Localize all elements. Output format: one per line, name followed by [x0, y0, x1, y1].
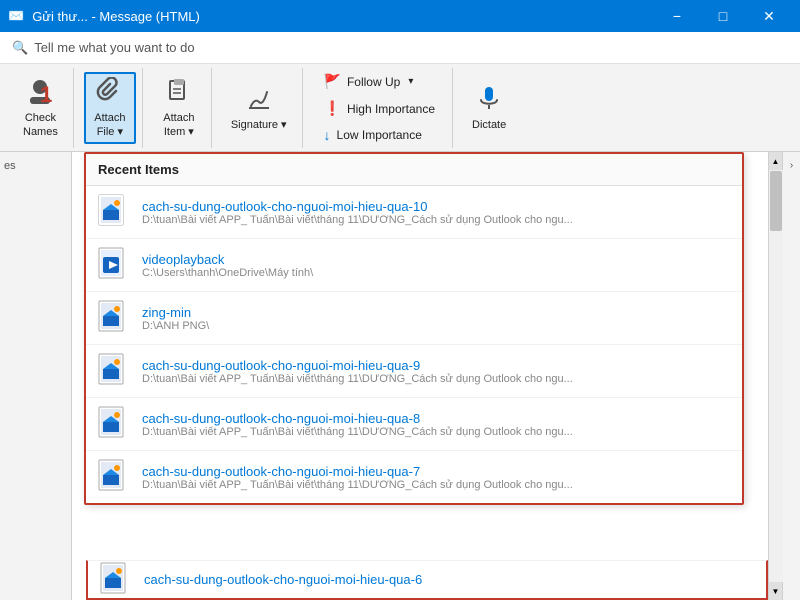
- maximize-button[interactable]: □: [700, 0, 746, 32]
- ribbon-group-flags: 🚩 Follow Up ▾ ❗ High Importance ↓ Low Im…: [307, 68, 453, 148]
- low-importance-icon: ↓: [324, 127, 331, 143]
- dictate-icon: [475, 84, 503, 116]
- ribbon-group-dictate: Dictate: [457, 68, 521, 148]
- file-path: D:\tuan\Bài viết APP_ Tuấn\Bài viết\thán…: [142, 373, 730, 385]
- chevron-right-icon: ›: [790, 160, 793, 171]
- low-importance-button[interactable]: ↓ Low Importance: [317, 123, 442, 147]
- check-names-label: CheckNames: [23, 111, 58, 140]
- ribbon-group-signature: Signature ▾: [216, 68, 303, 148]
- signature-label: Signature ▾: [231, 118, 287, 132]
- file-item[interactable]: videoplayback C:\Users\thanh\OneDrive\Má…: [86, 239, 742, 292]
- follow-up-dropdown-icon: ▾: [408, 76, 413, 87]
- file-item[interactable]: cach-su-dung-outlook-cho-nguoi-moi-hieu-…: [86, 398, 742, 451]
- file-info: cach-su-dung-outlook-cho-nguoi-moi-hieu-…: [142, 464, 730, 491]
- title-bar-icon: ✉️: [8, 8, 24, 24]
- attach-item-button[interactable]: AttachItem ▾: [153, 72, 205, 144]
- left-label-text: es: [4, 160, 16, 172]
- file-info: cach-su-dung-outlook-cho-nguoi-moi-hieu-…: [142, 199, 730, 226]
- file-item[interactable]: cach-su-dung-outlook-cho-nguoi-moi-hieu-…: [86, 186, 742, 239]
- title-bar-controls: − □ ✕: [654, 0, 792, 32]
- file-path: D:\tuan\Bài viết APP_ Tuấn\Bài viết\thán…: [142, 214, 730, 226]
- file-item[interactable]: cach-su-dung-outlook-cho-nguoi-moi-hieu-…: [86, 345, 742, 398]
- scrollbar-up-button[interactable]: ▲: [769, 152, 783, 170]
- attach-file-label: AttachFile ▾: [94, 111, 125, 140]
- follow-up-button[interactable]: 🚩 Follow Up ▾: [317, 69, 442, 94]
- file-type-icon: [98, 247, 130, 283]
- file-type-icon: [98, 300, 130, 336]
- file-path: D:\tuan\Bài viết APP_ Tuấn\Bài viết\thán…: [142, 426, 730, 438]
- file-name: zing-min: [142, 305, 730, 320]
- high-importance-icon: ❗: [324, 100, 341, 117]
- recent-items-header: Recent Items: [86, 154, 742, 186]
- scrollbar-track[interactable]: [769, 170, 783, 582]
- signature-icon: [245, 84, 273, 116]
- flag-icon: 🚩: [324, 73, 341, 90]
- ribbon-group-attach-item: AttachItem ▾: [147, 68, 212, 148]
- file-path: C:\Users\thanh\OneDrive\Máy tính\: [142, 267, 730, 279]
- ribbon-group-names: CheckNames: [8, 68, 74, 148]
- small-buttons-group: 🚩 Follow Up ▾ ❗ High Importance ↓ Low Im…: [313, 72, 446, 144]
- file-info: videoplayback C:\Users\thanh\OneDrive\Má…: [142, 252, 730, 279]
- high-importance-button[interactable]: ❗ High Importance: [317, 96, 442, 121]
- file-info: cach-su-dung-outlook-cho-nguoi-moi-hieu-…: [144, 572, 754, 587]
- signature-button[interactable]: Signature ▾: [222, 72, 296, 144]
- close-button[interactable]: ✕: [746, 0, 792, 32]
- search-icon: 🔍: [12, 40, 28, 56]
- attach-file-icon: [96, 77, 124, 109]
- file-name: cach-su-dung-outlook-cho-nguoi-moi-hieu-…: [142, 358, 730, 373]
- file-name: videoplayback: [142, 252, 730, 267]
- high-importance-label: High Importance: [347, 102, 435, 116]
- ribbon-group-attach-file: AttachFile ▾: [78, 68, 143, 148]
- search-bar: 🔍 Tell me what you want to do: [0, 32, 800, 64]
- file-path: D:\tuan\Bài viết APP_ Tuấn\Bài viết\thán…: [142, 479, 730, 491]
- dictate-button[interactable]: Dictate: [463, 72, 515, 144]
- file-path: D:\ANH PNG\: [142, 320, 730, 332]
- title-bar-left: ✉️ Gửi thư... - Message (HTML): [8, 8, 200, 24]
- recent-items-title: Recent Items: [98, 162, 179, 177]
- file-item[interactable]: zing-min D:\ANH PNG\: [86, 292, 742, 345]
- ribbon: CheckNames AttachFile ▾ Attac: [0, 64, 800, 152]
- main-panel: 2 Recent Items cach-su-dung-outlook-cho-…: [72, 152, 768, 600]
- file-info: zing-min D:\ANH PNG\: [142, 305, 730, 332]
- scrollbar-down-button[interactable]: ▼: [769, 582, 783, 600]
- step-1-marker: 1: [40, 82, 52, 108]
- file-type-icon: [98, 406, 130, 442]
- dictate-label: Dictate: [472, 118, 506, 132]
- file-type-icon: [98, 353, 130, 389]
- minimize-button[interactable]: −: [654, 0, 700, 32]
- file-name: cach-su-dung-outlook-cho-nguoi-moi-hieu-…: [142, 199, 730, 214]
- title-bar: ✉️ Gửi thư... - Message (HTML) − □ ✕: [0, 0, 800, 32]
- attach-item-icon: [165, 77, 193, 109]
- file-name: cach-su-dung-outlook-cho-nguoi-moi-hieu-…: [142, 411, 730, 426]
- low-importance-label: Low Importance: [337, 128, 422, 142]
- scrollbar: ▲ ▼: [768, 152, 782, 600]
- file-name: cach-su-dung-outlook-cho-nguoi-moi-hieu-…: [142, 464, 730, 479]
- window-title: Gửi thư... - Message (HTML): [32, 9, 200, 24]
- search-placeholder: Tell me what you want to do: [34, 40, 194, 55]
- file-type-icon: [100, 562, 132, 598]
- scrollbar-thumb[interactable]: [770, 171, 782, 231]
- file-info: cach-su-dung-outlook-cho-nguoi-moi-hieu-…: [142, 411, 730, 438]
- file-info: cach-su-dung-outlook-cho-nguoi-moi-hieu-…: [142, 358, 730, 385]
- left-sidebar: es 1: [0, 152, 72, 600]
- file-name: cach-su-dung-outlook-cho-nguoi-moi-hieu-…: [144, 572, 754, 587]
- content-area: es 1 2 Recent Items: [0, 152, 800, 600]
- attach-item-label: AttachItem ▾: [163, 111, 194, 140]
- file-type-icon: [98, 459, 130, 495]
- recent-items-panel: Recent Items cach-su-dung-outlook-cho-ng…: [84, 152, 744, 505]
- attach-file-button[interactable]: AttachFile ▾: [84, 72, 136, 144]
- right-collapse-button[interactable]: ›: [782, 152, 800, 600]
- file-type-icon: [98, 194, 130, 230]
- file-item[interactable]: cach-su-dung-outlook-cho-nguoi-moi-hieu-…: [86, 451, 742, 503]
- follow-up-label: Follow Up: [347, 75, 400, 89]
- file-item-partial[interactable]: cach-su-dung-outlook-cho-nguoi-moi-hieu-…: [86, 560, 768, 600]
